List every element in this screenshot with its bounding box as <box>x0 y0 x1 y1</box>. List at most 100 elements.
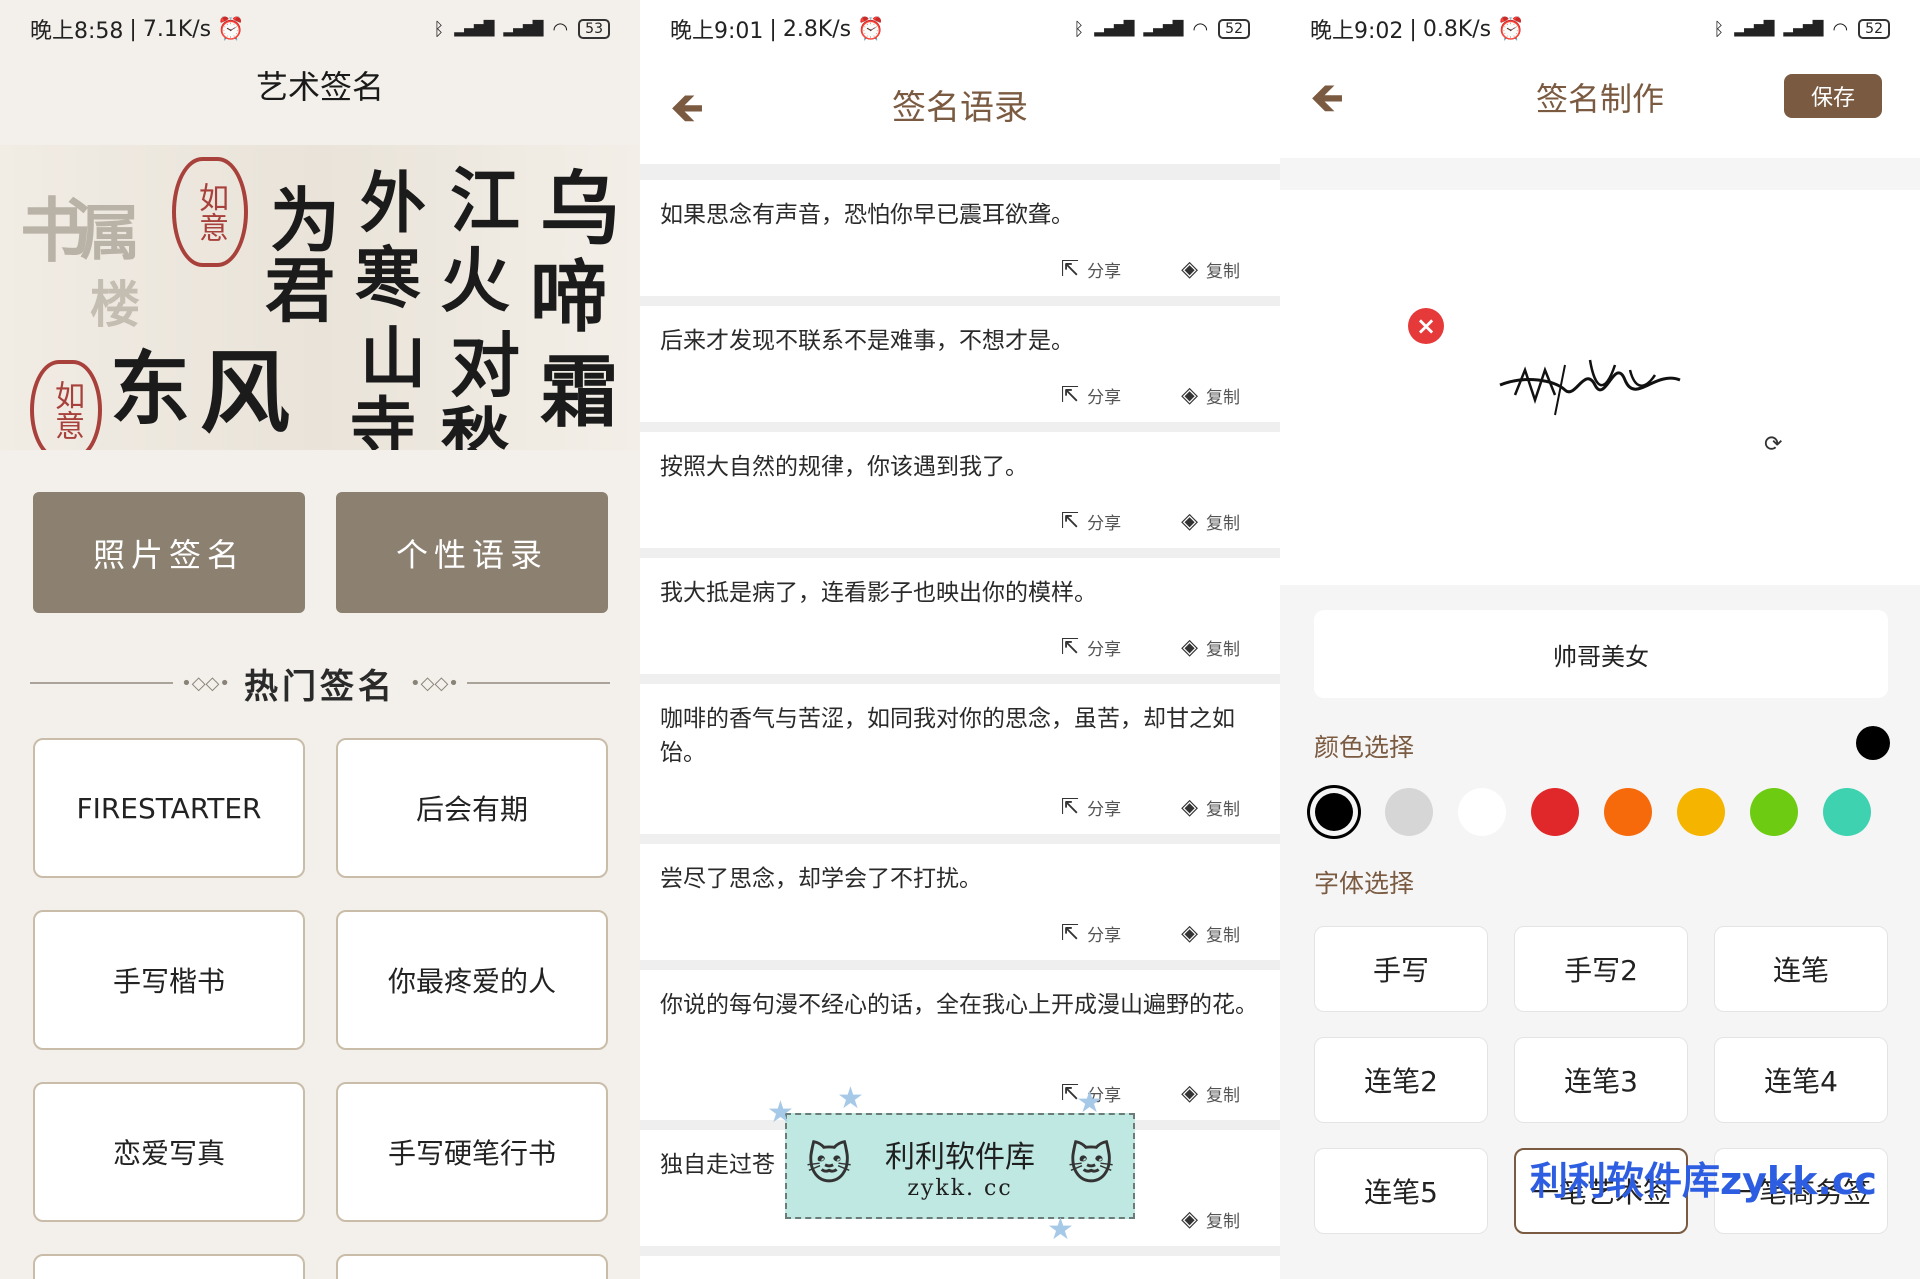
color-swatch-yellow[interactable] <box>1677 788 1725 836</box>
battery-indicator: 52 <box>1858 19 1890 39</box>
signature-card[interactable]: 手写楷书 <box>33 910 305 1050</box>
share-icon: ⇱ <box>1060 509 1080 534</box>
quote-item: 后来才发现不联系不是难事，不想才是。 ⇱ 分享 ◈ 复制 <box>640 306 1280 422</box>
wifi-icon: ◠ <box>1192 18 1209 40</box>
signal-icon-2: ▂▄▆█ <box>503 21 543 37</box>
color-swatch-green[interactable] <box>1750 788 1798 836</box>
save-button[interactable]: 保存 <box>1784 74 1882 118</box>
signature-card[interactable]: 手写硬笔行书 <box>336 1082 608 1222</box>
section-title: 热门签名 <box>244 666 396 707</box>
layers-icon: ◈ <box>1181 383 1198 408</box>
signature-card-partial[interactable] <box>336 1254 608 1279</box>
share-button[interactable]: ⇱ 分享 <box>1061 509 1121 534</box>
quote-text: 后来才发现不联系不是难事，不想才是。 <box>660 328 1074 354</box>
seal-stamp-2: 如意 <box>30 360 102 450</box>
layers-icon: ◈ <box>1181 1207 1198 1232</box>
wifi-icon: ◠ <box>552 18 569 40</box>
share-icon: ⇱ <box>1060 383 1080 408</box>
quote-item: 我大抵是病了，连看影子也映出你的模样。 ⇱ 分享 ◈ 复制 <box>640 558 1280 674</box>
font-option[interactable]: 连笔4 <box>1714 1037 1888 1123</box>
signature-drawing[interactable] <box>1495 345 1685 425</box>
color-swatch-teal[interactable] <box>1823 788 1871 836</box>
bluetooth-icon: ᛒ <box>1073 18 1085 40</box>
quote-item: 按照大自然的规律，你该遇到我了。 ⇱ 分享 ◈ 复制 <box>640 432 1280 548</box>
signature-card[interactable]: 你最疼爱的人 <box>336 910 608 1050</box>
font-option[interactable]: 连笔3 <box>1514 1037 1688 1123</box>
copy-button[interactable]: ◈ 复制 <box>1181 509 1240 534</box>
share-button[interactable]: ⇱ 分享 <box>1061 795 1121 820</box>
layers-icon: ◈ <box>1181 257 1198 282</box>
color-swatch-gray[interactable] <box>1385 788 1433 836</box>
copy-button[interactable]: ◈ 复制 <box>1181 1207 1240 1232</box>
photo-signature-button[interactable]: 照片签名 <box>33 492 305 613</box>
bluetooth-icon: ᛒ <box>433 18 445 40</box>
status-time: 晚上9:02 <box>1310 19 1404 44</box>
star-icon: ★ <box>837 1081 864 1116</box>
layers-icon: ◈ <box>1181 509 1198 534</box>
signature-text-input[interactable]: 帅哥美女 <box>1314 610 1888 698</box>
signature-canvas[interactable]: × ⟳ <box>1280 190 1920 585</box>
cat-face-icon: 🐱 <box>806 1139 852 1190</box>
color-swatch-red[interactable] <box>1531 788 1579 836</box>
status-speed: 7.1K/s <box>142 16 212 42</box>
battery-indicator: 52 <box>1218 19 1250 39</box>
cat-face-icon: 🐱 <box>1068 1139 1114 1190</box>
quote-text: 按照大自然的规律，你该遇到我了。 <box>660 454 1028 480</box>
copy-button[interactable]: ◈ 复制 <box>1181 383 1240 408</box>
quotes-screen: 晚上9:01 | 2.8K/s ⏰ ᛒ ▂▄▆█ ▂▄▆█ ◠ 52 🡸 签名语… <box>640 0 1280 1279</box>
app-header: 🡸 签名语录 <box>640 58 1280 164</box>
font-option[interactable]: 连笔2 <box>1314 1037 1488 1123</box>
status-bar: 晚上8:58 | 7.1K/s ⏰ ᛒ ▂▄▆█ ▂▄▆█ ◠ 53 <box>0 0 640 58</box>
font-option[interactable]: 手写 <box>1314 926 1488 1012</box>
status-speed: 0.8K/s <box>1422 16 1492 42</box>
personal-quotes-button[interactable]: 个性语录 <box>336 492 608 613</box>
share-button[interactable]: ⇱ 分享 <box>1061 635 1121 660</box>
page-title: 艺术签名 <box>255 68 384 106</box>
font-option[interactable]: 连笔 <box>1714 926 1888 1012</box>
signature-card[interactable]: FIRESTARTER <box>33 738 305 878</box>
color-swatch-orange[interactable] <box>1604 788 1652 836</box>
battery-indicator: 53 <box>578 19 610 39</box>
color-section-label: 颜色选择 <box>1314 733 1415 762</box>
copy-button[interactable]: ◈ 复制 <box>1181 921 1240 946</box>
font-option[interactable]: 手写2 <box>1514 926 1688 1012</box>
ornament-icon: •◇◇• <box>410 672 459 694</box>
star-icon: ★ <box>1047 1212 1074 1247</box>
layers-icon: ◈ <box>1181 635 1198 660</box>
delete-icon[interactable]: × <box>1408 308 1444 344</box>
share-icon: ⇱ <box>1060 795 1080 820</box>
signature-card[interactable]: 后会有期 <box>336 738 608 878</box>
signature-card[interactable]: 恋爱写真 <box>33 1082 305 1222</box>
watermark-title: 利利软件库 <box>885 1139 1035 1175</box>
rotate-handle-icon[interactable]: ⟳ <box>1764 432 1782 457</box>
page-title: 签名语录 <box>892 88 1028 128</box>
quote-item: 你说的每句漫不经心的话，全在我心上开成漫山遍野的花。 ⇱ 分享 ◈ 复制 <box>640 970 1280 1120</box>
quote-item: 咖啡的香气与苦涩，如同我对你的思念，虽苦，却甘之如饴。 ⇱ 分享 ◈ 复制 <box>640 684 1280 834</box>
quote-text: 我大抵是病了，连看影子也映出你的模样。 <box>660 580 1097 606</box>
signal-icon: ▂▄▆█ <box>1094 21 1134 37</box>
bluetooth-icon: ᛒ <box>1713 18 1725 40</box>
copy-button[interactable]: ◈ 复制 <box>1181 1081 1240 1106</box>
divider-line <box>466 682 610 684</box>
signature-card-partial[interactable] <box>33 1254 305 1279</box>
quote-text: 如果思念有声音，恐怕你早已震耳欲聋。 <box>660 202 1074 228</box>
copy-button[interactable]: ◈ 复制 <box>1181 635 1240 660</box>
share-button[interactable]: ⇱ 分享 <box>1061 257 1121 282</box>
share-icon: ⇱ <box>1060 257 1080 282</box>
seal-stamp: 如意 <box>172 157 248 267</box>
quote-text: 咖啡的香气与苦涩，如同我对你的思念，虽苦，却甘之如饴。 <box>660 706 1235 766</box>
font-option[interactable]: 连笔5 <box>1314 1148 1488 1234</box>
share-button[interactable]: ⇱ 分享 <box>1061 383 1121 408</box>
copy-button[interactable]: ◈ 复制 <box>1181 257 1240 282</box>
status-time: 晚上8:58 <box>30 19 124 44</box>
alarm-icon: ⏰ <box>1497 16 1525 42</box>
quote-text: 尝尽了思念，却学会了不打扰。 <box>660 866 982 892</box>
layers-icon: ◈ <box>1181 795 1198 820</box>
signature-editor-screen: 晚上9:02 | 0.8K/s ⏰ ᛒ ▂▄▆█ ▂▄▆█ ◠ 52 🡸 签名制… <box>1280 0 1920 1279</box>
copy-button[interactable]: ◈ 复制 <box>1181 795 1240 820</box>
star-icon: ★ <box>1076 1085 1103 1120</box>
share-button[interactable]: ⇱ 分享 <box>1061 921 1121 946</box>
quote-item: 尝尽了思念，却学会了不打扰。 ⇱ 分享 ◈ 复制 <box>640 844 1280 960</box>
color-swatch-white[interactable] <box>1458 788 1506 836</box>
color-swatch-black[interactable] <box>1315 793 1353 831</box>
